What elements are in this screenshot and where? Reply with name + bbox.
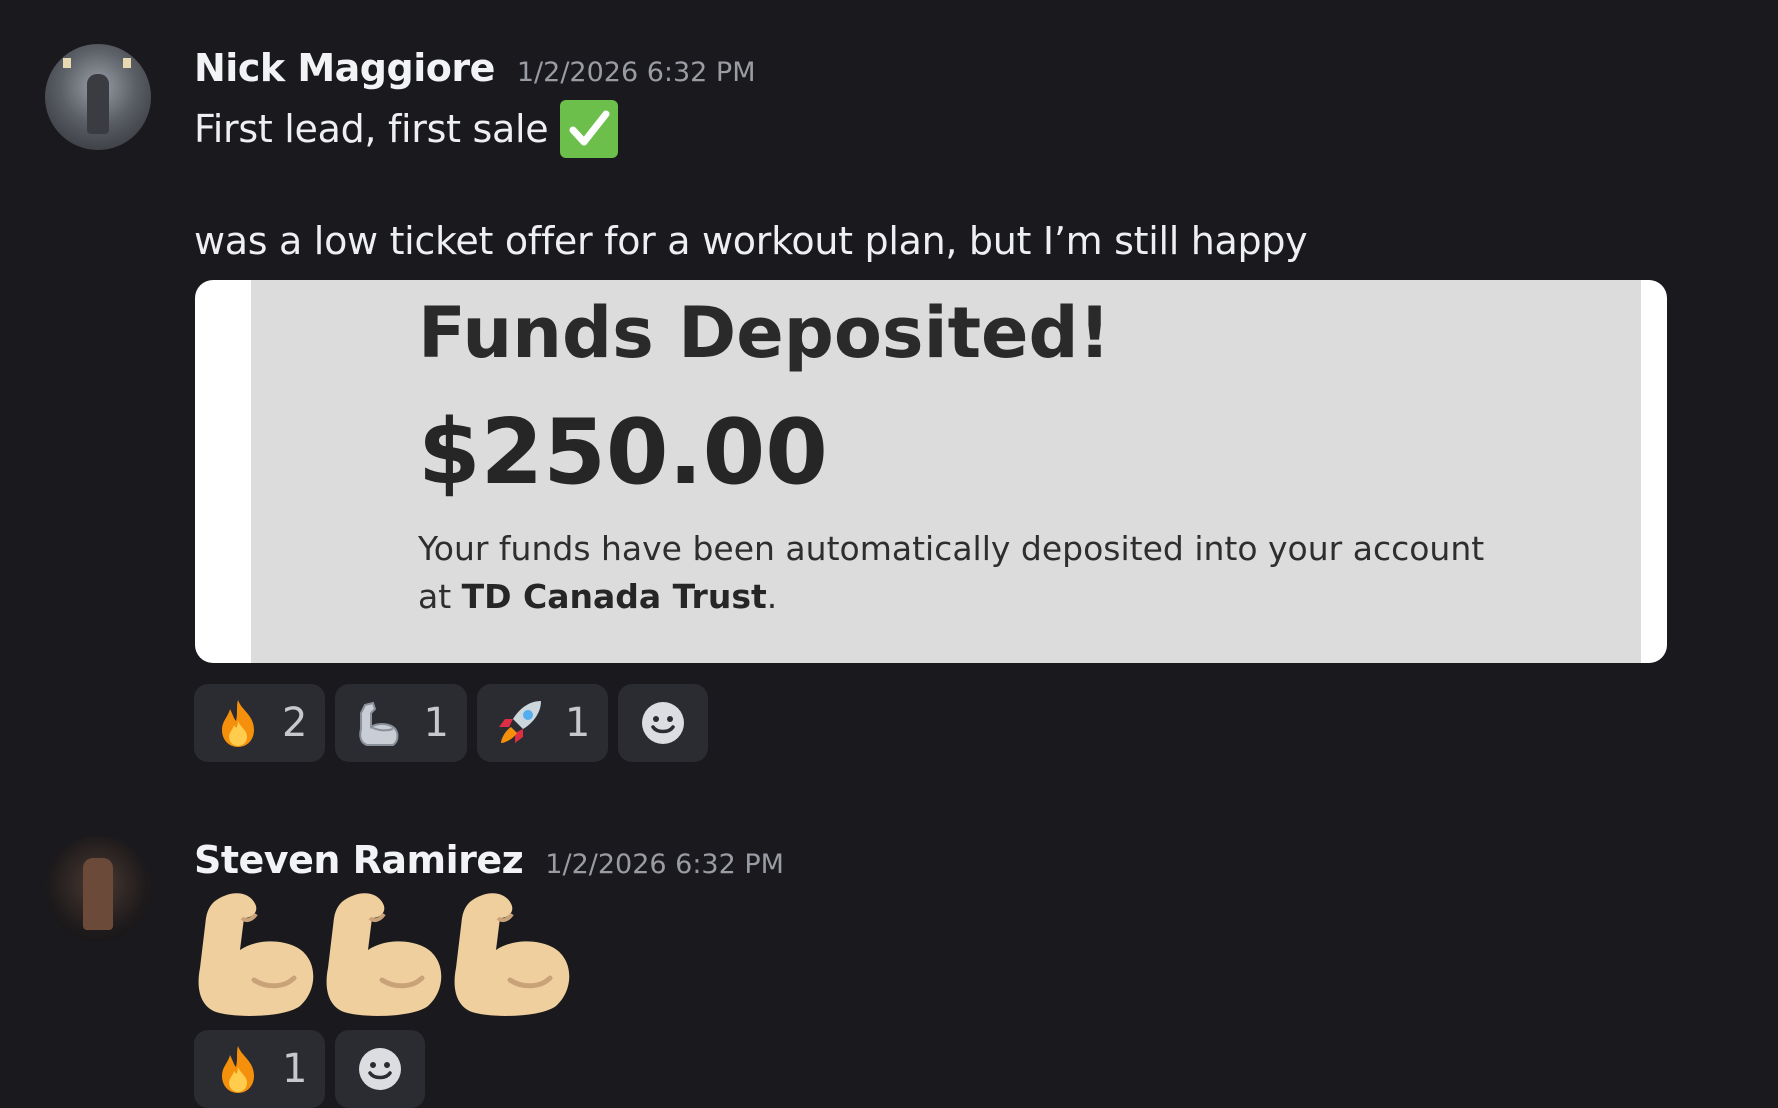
message-header: Steven Ramirez 1/2/2026 6:32 PM (194, 838, 784, 882)
flexed-biceps-icon (454, 893, 570, 1016)
message-header: Nick Maggiore 1/2/2026 6:32 PM (194, 46, 756, 90)
message-text-line: First lead, first sale (194, 107, 549, 151)
deposit-description: Your funds have been automatically depos… (418, 525, 1518, 621)
deposit-notice: Funds Deposited! $250.00 Your funds have… (251, 280, 1641, 663)
avatar-figure (83, 858, 113, 930)
reaction-count: 1 (282, 1046, 308, 1092)
reaction-count: 1 (423, 700, 449, 746)
reaction-fire[interactable]: 1 (194, 1030, 326, 1108)
avatar-detail (123, 58, 131, 68)
description-end: . (766, 577, 778, 616)
avatar-figure (87, 74, 109, 134)
flexed-biceps-icon (198, 893, 314, 1016)
avatar[interactable] (45, 836, 151, 942)
avatar-detail (63, 58, 71, 68)
reactions-bar: 2 1 1 (194, 684, 709, 762)
add-reaction-button[interactable] (618, 684, 709, 762)
add-reaction-button[interactable] (335, 1030, 426, 1108)
reaction-mechanical-arm[interactable]: 1 (335, 684, 467, 762)
reaction-fire[interactable]: 2 (194, 684, 326, 762)
deposit-amount: $250.00 (418, 400, 828, 505)
message-text: First lead, first sale (194, 100, 619, 158)
smiley-add-icon (642, 702, 685, 744)
reaction-count: 2 (282, 700, 308, 746)
fire-icon (222, 700, 254, 747)
bank-name: TD Canada Trust (461, 577, 767, 616)
flexed-biceps-icon (326, 893, 442, 1016)
deposit-title: Funds Deposited! (418, 292, 1111, 374)
reaction-count: 1 (564, 700, 591, 746)
reactions-bar: 1 (194, 1030, 426, 1108)
username[interactable]: Nick Maggiore (194, 46, 495, 90)
fire-icon (222, 1046, 254, 1093)
message-emoji-content (194, 888, 576, 1018)
timestamp: 1/2/2026 6:32 PM (516, 57, 756, 88)
white-check-mark-icon (560, 100, 619, 158)
message-text-line: was a low ticket offer for a workout pla… (194, 219, 1308, 263)
username[interactable]: Steven Ramirez (194, 838, 524, 882)
image-attachment[interactable]: Funds Deposited! $250.00 Your funds have… (195, 280, 1667, 663)
reaction-rocket[interactable]: 1 (476, 684, 609, 762)
smiley-add-icon (359, 1048, 402, 1090)
avatar[interactable] (45, 44, 151, 150)
timestamp: 1/2/2026 6:32 PM (545, 849, 784, 880)
rocket-icon (498, 701, 541, 743)
mechanical-arm-icon (359, 701, 399, 746)
